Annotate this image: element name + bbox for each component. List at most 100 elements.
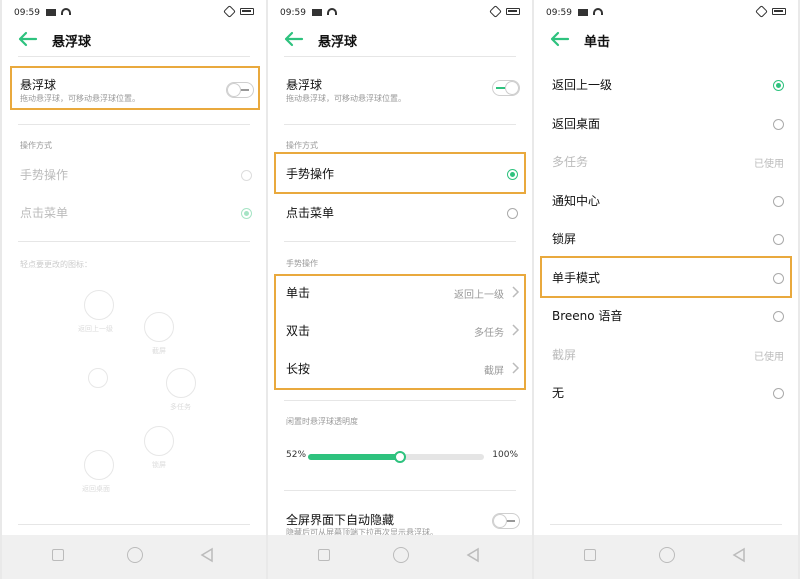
page-title: 悬浮球 xyxy=(318,35,358,50)
mute-icon xyxy=(489,5,502,18)
gesture-label: 单击 xyxy=(286,286,311,300)
square-icon[interactable] xyxy=(584,549,596,561)
option-label: 返回上一级 xyxy=(552,78,613,92)
radio-icon[interactable] xyxy=(241,170,252,181)
title-bar: 单击 xyxy=(534,24,798,56)
radio-icon[interactable] xyxy=(773,195,784,207)
battery-icon xyxy=(240,8,254,15)
battery-icon xyxy=(506,8,520,15)
circle-icon[interactable] xyxy=(127,547,143,563)
radio-icon[interactable] xyxy=(773,234,784,245)
section-label-mode: 操作方式 xyxy=(20,141,52,150)
option-label: 手势操作 xyxy=(20,168,69,182)
radio-icon[interactable] xyxy=(507,208,518,219)
floating-ball-toggle-row[interactable]: 悬浮球 拖动悬浮球，可移动悬浮球位置。 xyxy=(2,68,266,112)
navigation-bar xyxy=(2,535,266,579)
slider-thumb[interactable] xyxy=(393,451,406,463)
gesture-label: 长按 xyxy=(286,362,311,376)
divider xyxy=(18,56,250,57)
multitask-icon[interactable] xyxy=(166,368,196,398)
gesture-row-double-tap[interactable]: 双击 多任务 xyxy=(268,312,532,350)
wifi-icon xyxy=(61,8,71,15)
floating-ball-switch[interactable] xyxy=(226,82,254,98)
divider xyxy=(284,490,516,491)
switch-bar xyxy=(241,89,249,91)
square-icon[interactable] xyxy=(52,549,64,561)
lock-icon[interactable] xyxy=(144,426,174,456)
option-label: 返回桌面 xyxy=(552,116,601,131)
wifi-icon xyxy=(327,8,337,15)
radio-icon[interactable] xyxy=(773,118,784,130)
action-option-row[interactable]: 通知中心 xyxy=(534,182,798,220)
action-option-row[interactable]: 单手模式 xyxy=(534,259,798,297)
wheel-label: 多任务 xyxy=(170,403,191,411)
radio-icon[interactable] xyxy=(773,272,784,284)
home-icon[interactable] xyxy=(84,450,114,480)
floating-ball-switch[interactable] xyxy=(492,80,520,96)
page-title: 悬浮球 xyxy=(52,35,92,50)
section-label-gesture: 手势操作 xyxy=(286,259,318,268)
chevron-right-icon xyxy=(512,362,520,374)
switch-knob xyxy=(227,83,241,97)
mail-icon xyxy=(312,9,322,16)
square-icon[interactable] xyxy=(318,549,330,561)
divider xyxy=(18,524,250,525)
back-icon[interactable] xyxy=(84,290,114,320)
autohide-switch[interactable] xyxy=(492,513,520,529)
opacity-max-label: 100% xyxy=(492,450,518,460)
status-time: 09:59 xyxy=(14,8,40,18)
toggle-label: 悬浮球 xyxy=(20,78,57,92)
radio-icon[interactable] xyxy=(773,80,784,91)
battery-icon xyxy=(772,8,786,15)
switch-knob xyxy=(505,81,519,95)
gesture-row-long-press[interactable]: 长按 截屏 xyxy=(268,350,532,388)
action-option-row[interactable]: 返回上一级 xyxy=(534,66,798,104)
gesture-row-tap[interactable]: 单击 返回上一级 xyxy=(268,274,532,312)
circle-icon[interactable] xyxy=(393,547,409,563)
action-option-row[interactable]: 无 xyxy=(534,374,798,412)
page-title: 单击 xyxy=(584,35,611,50)
screenshot-icon[interactable] xyxy=(144,312,174,342)
arrow-left-icon[interactable] xyxy=(548,30,570,48)
title-bar: 悬浮球 xyxy=(2,24,266,56)
mode-option-gesture[interactable]: 手势操作 xyxy=(268,155,532,193)
mode-option-menu[interactable]: 点击菜单 xyxy=(268,194,532,232)
triangle-back-icon[interactable] xyxy=(200,547,214,563)
option-status: 已使用 xyxy=(754,351,784,363)
radio-icon[interactable] xyxy=(507,169,518,180)
gesture-value: 截屏 xyxy=(484,366,504,377)
status-right-icons xyxy=(489,5,520,18)
floating-ball-toggle-row[interactable]: 悬浮球 拖动悬浮球，可移动悬浮球位置。 xyxy=(268,68,532,112)
mode-option-menu[interactable]: 点击菜单 xyxy=(2,194,266,232)
option-label: 点击菜单 xyxy=(20,206,69,220)
wheel-label: 截屏 xyxy=(152,347,166,355)
chevron-right-icon xyxy=(512,324,520,336)
wheel-label: 返回桌面 xyxy=(82,485,110,493)
option-label: 手势操作 xyxy=(286,167,335,181)
mail-icon xyxy=(46,9,56,16)
circle-icon[interactable] xyxy=(659,547,675,563)
action-option-row[interactable]: 锁屏 xyxy=(534,220,798,258)
divider xyxy=(284,241,516,242)
option-label: 无 xyxy=(552,386,565,400)
arrow-left-icon[interactable] xyxy=(16,30,38,48)
divider xyxy=(284,400,516,401)
radio-icon[interactable] xyxy=(773,388,784,399)
option-label: Breeno 语音 xyxy=(552,309,623,323)
arrow-left-icon[interactable] xyxy=(282,30,304,48)
opacity-slider[interactable] xyxy=(308,451,484,463)
screen-floating-ball-gesture: 09:59 悬浮球 悬浮球 拖动悬浮球，可移动悬浮球位置。 操作方式 手势操作 xyxy=(268,0,532,579)
gesture-value: 多任务 xyxy=(474,328,504,339)
option-status: 已使用 xyxy=(754,159,784,170)
radio-icon[interactable] xyxy=(773,311,784,322)
action-option-row[interactable]: 返回桌面 xyxy=(534,105,798,143)
mode-option-gesture[interactable]: 手势操作 xyxy=(2,156,266,194)
divider xyxy=(284,56,516,57)
triangle-back-icon[interactable] xyxy=(466,547,480,563)
mute-icon xyxy=(755,5,768,18)
triangle-back-icon[interactable] xyxy=(732,547,746,563)
action-option-row[interactable]: Breeno 语音 xyxy=(534,297,798,335)
radio-icon[interactable] xyxy=(241,208,252,219)
divider xyxy=(18,241,250,242)
wheel-label: 锁屏 xyxy=(152,461,166,469)
